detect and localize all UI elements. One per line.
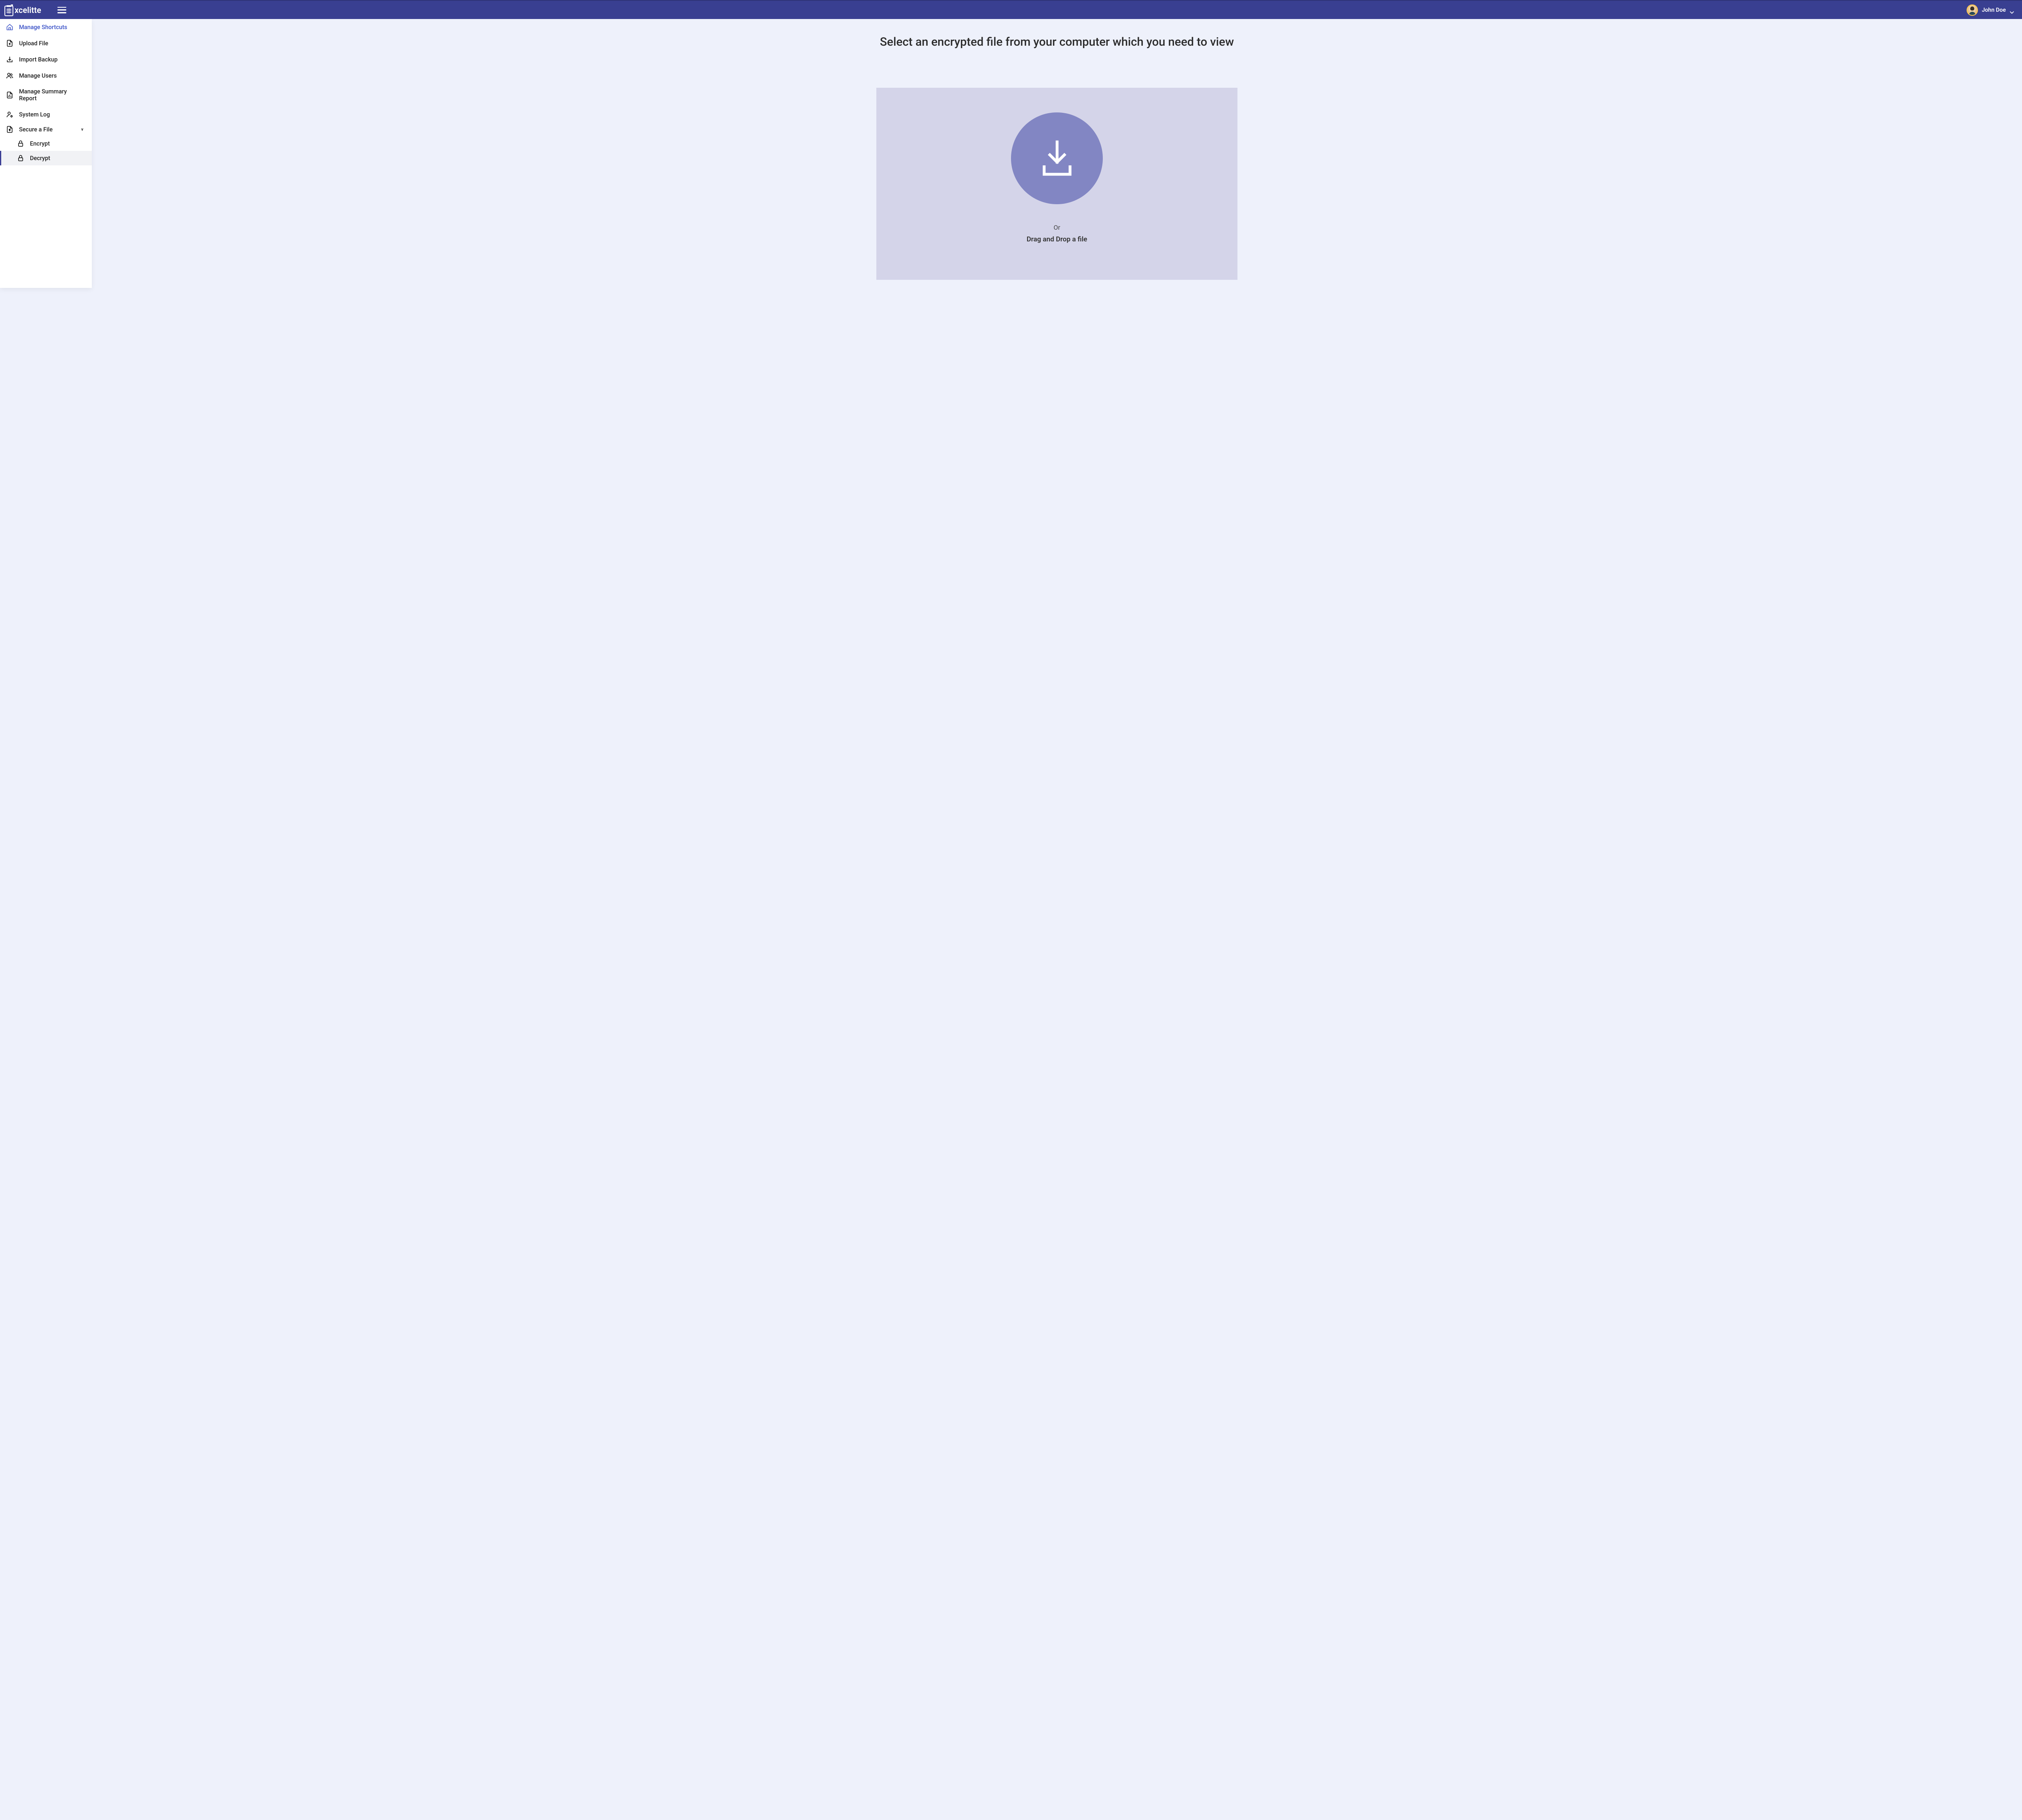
lock-icon [17,154,24,162]
brand[interactable]: xcelitte [3,4,41,17]
sidebar: Manage Shortcuts Upload File [0,19,92,288]
download-icon [1011,112,1103,204]
brand-name: xcelitte [15,5,41,15]
sidebar-item-manage-summary-report[interactable]: Manage Summary Report [0,84,92,106]
sidebar-item-secure-a-file[interactable]: Secure a File v [0,123,92,136]
home-icon [6,23,13,31]
sidebar-item-manage-shortcuts[interactable]: Manage Shortcuts [0,19,92,35]
page-title: Select an encrypted file from your compu… [880,35,1234,49]
file-up-icon [6,40,13,47]
header-left: xcelitte [3,4,66,17]
top-header: xcelitte John Doe [0,0,2022,19]
user-gear-icon [6,111,13,118]
hamburger-menu-icon[interactable] [57,7,66,13]
sidebar-subitem-encrypt[interactable]: Encrypt [0,136,92,151]
user-menu[interactable]: John Doe [1967,4,2014,16]
or-text: Or [1053,224,1060,231]
sidebar-item-label: System Log [19,111,50,118]
sidebar-item-label: Manage Shortcuts [19,24,67,31]
sidebar-item-label: Secure a File [19,126,53,133]
file-lock-icon [6,126,13,133]
sidebar-item-label: Manage Users [19,72,57,79]
main-content: Select an encrypted file from your compu… [92,19,2022,1820]
file-dropzone[interactable]: Or Drag and Drop a file [876,88,1237,280]
sidebar-subitem-label: Decrypt [30,155,50,162]
sidebar-item-upload-file[interactable]: Upload File [0,35,92,51]
user-name: John Doe [1982,7,2006,13]
chevron-down-icon [2010,9,2014,11]
sidebar-subitem-decrypt[interactable]: Decrypt [0,151,92,165]
sidebar-subitem-label: Encrypt [30,140,50,147]
avatar [1967,4,1978,16]
report-icon [6,91,13,99]
sidebar-item-import-backup[interactable]: Import Backup [0,51,92,68]
sidebar-item-system-log[interactable]: System Log [0,106,92,123]
sidebar-item-label: Import Backup [19,56,57,63]
drag-drop-text: Drag and Drop a file [1027,235,1087,243]
sidebar-item-label: Manage Summary Report [19,88,86,102]
sidebar-item-manage-users[interactable]: Manage Users [0,68,92,84]
chevron-down-icon: v [81,127,83,132]
brand-logo-icon [3,4,15,17]
users-icon [6,72,13,79]
sidebar-item-label: Upload File [19,40,48,47]
lock-icon [17,140,24,147]
import-icon [6,56,13,63]
